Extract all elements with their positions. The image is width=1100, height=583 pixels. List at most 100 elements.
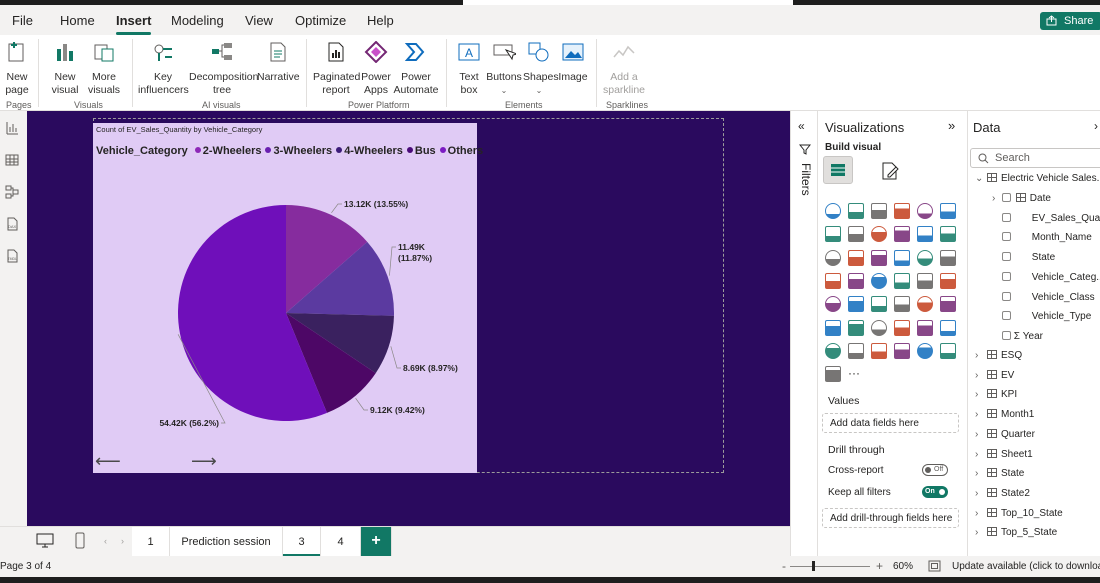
visual-type-icon[interactable] [825,249,841,266]
table-item[interactable]: › ESQ [975,350,1022,361]
zoom-in-button[interactable]: + [876,559,883,573]
add-sparkline-button[interactable]: Add a sparkline [602,41,646,97]
visual-type-icon[interactable] [894,296,910,313]
field-item[interactable]: Vehicle_Categ... [992,271,1100,283]
pie-chart-visual[interactable]: Count of EV_Sales_Quantity by Vehicle_Ca… [93,123,483,473]
visual-type-icon[interactable] [871,203,887,219]
visual-type-icon[interactable] [871,296,887,313]
collapse-icon[interactable]: « [798,119,805,133]
power-automate-button[interactable]: Power Automate [393,41,439,97]
visual-type-icon[interactable] [894,319,910,336]
shapes-button[interactable]: Shapes ⌄ [523,41,559,97]
add-page-button[interactable]: + [361,527,392,557]
next-page-icon[interactable]: › [121,536,124,546]
visual-type-icon[interactable] [825,272,841,289]
buttons-button[interactable]: Buttons ⌄ [486,41,522,97]
paginated-report-button[interactable]: Paginated report [313,41,360,97]
expand-icon[interactable]: » [948,118,955,133]
zoom-slider-thumb[interactable] [812,561,815,571]
visual-type-icon[interactable] [848,342,864,359]
prev-page-icon[interactable]: ‹ [104,536,107,546]
menu-home[interactable]: Home [60,13,95,28]
menu-insert[interactable]: Insert [116,13,152,35]
visual-type-icon[interactable] [917,226,933,243]
cross-report-toggle[interactable]: Off [922,464,948,476]
visual-type-icon[interactable] [940,319,956,336]
visual-type-icon[interactable] [940,272,956,289]
field-item[interactable]: › Date [992,193,1051,204]
filters-pane[interactable]: « Filters [790,111,817,583]
forward-arrow-icon[interactable]: ⟶ [191,451,217,472]
mobile-layout-icon[interactable] [75,532,85,549]
decomposition-tree-button[interactable]: Decomposition tree [189,41,258,97]
table-item[interactable]: › State [975,468,1024,479]
menu-modeling[interactable]: Modeling [171,13,224,28]
visual-type-icon[interactable] [848,249,864,266]
visual-type-icon[interactable] [940,249,956,266]
field-item[interactable]: EV_Sales_Qua... [992,212,1100,224]
tmdl-view-icon[interactable]: TMDL [5,249,19,263]
visual-type-icon[interactable] [917,319,933,336]
menu-help[interactable]: Help [367,13,394,28]
drill-through-dropzone[interactable]: Add drill-through fields here [822,508,959,528]
field-item[interactable]: Month_Name [992,232,1092,243]
visual-type-icon[interactable] [848,226,864,243]
visual-type-icon[interactable] [825,342,841,359]
narrative-button[interactable]: Narrative [257,41,300,84]
table-item[interactable]: › Month1 [975,409,1034,420]
visual-type-icon[interactable] [917,272,933,289]
table-item[interactable]: › Top_5_State [975,527,1057,538]
visual-type-icon[interactable] [848,203,864,219]
back-arrow-icon[interactable]: ⟵ [95,451,121,472]
dax-query-view-icon[interactable]: DAX [5,217,19,231]
visual-type-icon[interactable] [917,203,933,219]
more-visuals-button[interactable]: More visuals [86,41,122,97]
visual-type-icon[interactable] [894,226,910,243]
visual-type-icon[interactable] [871,319,887,336]
page-tab-1[interactable]: 1 [132,527,170,557]
page-tab-4[interactable]: 4 [321,527,361,557]
table-item[interactable]: › Quarter [975,428,1035,440]
visual-type-icon[interactable] [894,342,910,359]
visual-type-icon[interactable] [940,296,956,313]
share-button[interactable]: Share [1040,12,1100,30]
field-item[interactable]: Vehicle_Class [992,291,1095,303]
table-item[interactable]: › Sheet1 [975,448,1033,460]
visual-type-icon[interactable] [894,203,910,219]
visual-type-icon[interactable] [825,203,841,219]
field-item[interactable]: State [992,252,1055,263]
visual-type-icon[interactable] [917,249,933,266]
visual-type-icon[interactable] [917,342,933,359]
visual-type-icon[interactable] [940,226,956,243]
image-button[interactable]: Image [558,41,588,84]
visual-type-icon[interactable] [848,319,864,336]
search-input[interactable]: Search [970,148,1100,168]
format-visual-icon[interactable] [880,161,900,181]
report-view-icon[interactable] [5,121,19,135]
new-visual-button[interactable]: New visual [50,41,80,97]
visual-type-icon[interactable] [848,272,864,289]
close-pane-icon[interactable]: › [1094,119,1098,133]
values-dropzone[interactable]: Add data fields here [822,413,959,433]
menu-file[interactable]: File [12,13,33,28]
visual-type-icon[interactable] [848,296,864,313]
more-visuals-icon[interactable]: ··· [848,366,864,382]
desktop-layout-icon[interactable] [36,533,54,549]
visual-type-icon[interactable] [940,342,956,359]
table-item[interactable]: › Top_10_State [975,507,1063,519]
page-tab-3[interactable]: 3 [283,527,321,557]
table-item[interactable]: › KPI [975,389,1017,400]
menu-optimize[interactable]: Optimize [295,13,346,28]
power-apps-button[interactable]: Power Apps [361,40,391,97]
update-available-link[interactable]: Update available (click to download) [952,561,1100,572]
table-item[interactable]: › EV [975,369,1014,381]
table-root[interactable]: ⌄ Electric Vehicle Sales... [975,173,1100,184]
page-tab-prediction-session[interactable]: Prediction session [170,527,283,557]
field-item[interactable]: Vehicle_Type [992,311,1091,322]
visual-type-icon[interactable] [825,226,841,243]
field-item[interactable]: Σ Year [992,330,1043,342]
table-item[interactable]: › State2 [975,487,1030,499]
visual-type-icon[interactable] [940,203,956,219]
build-visual-tab[interactable] [823,156,853,184]
visual-type-icon[interactable] [894,249,910,266]
